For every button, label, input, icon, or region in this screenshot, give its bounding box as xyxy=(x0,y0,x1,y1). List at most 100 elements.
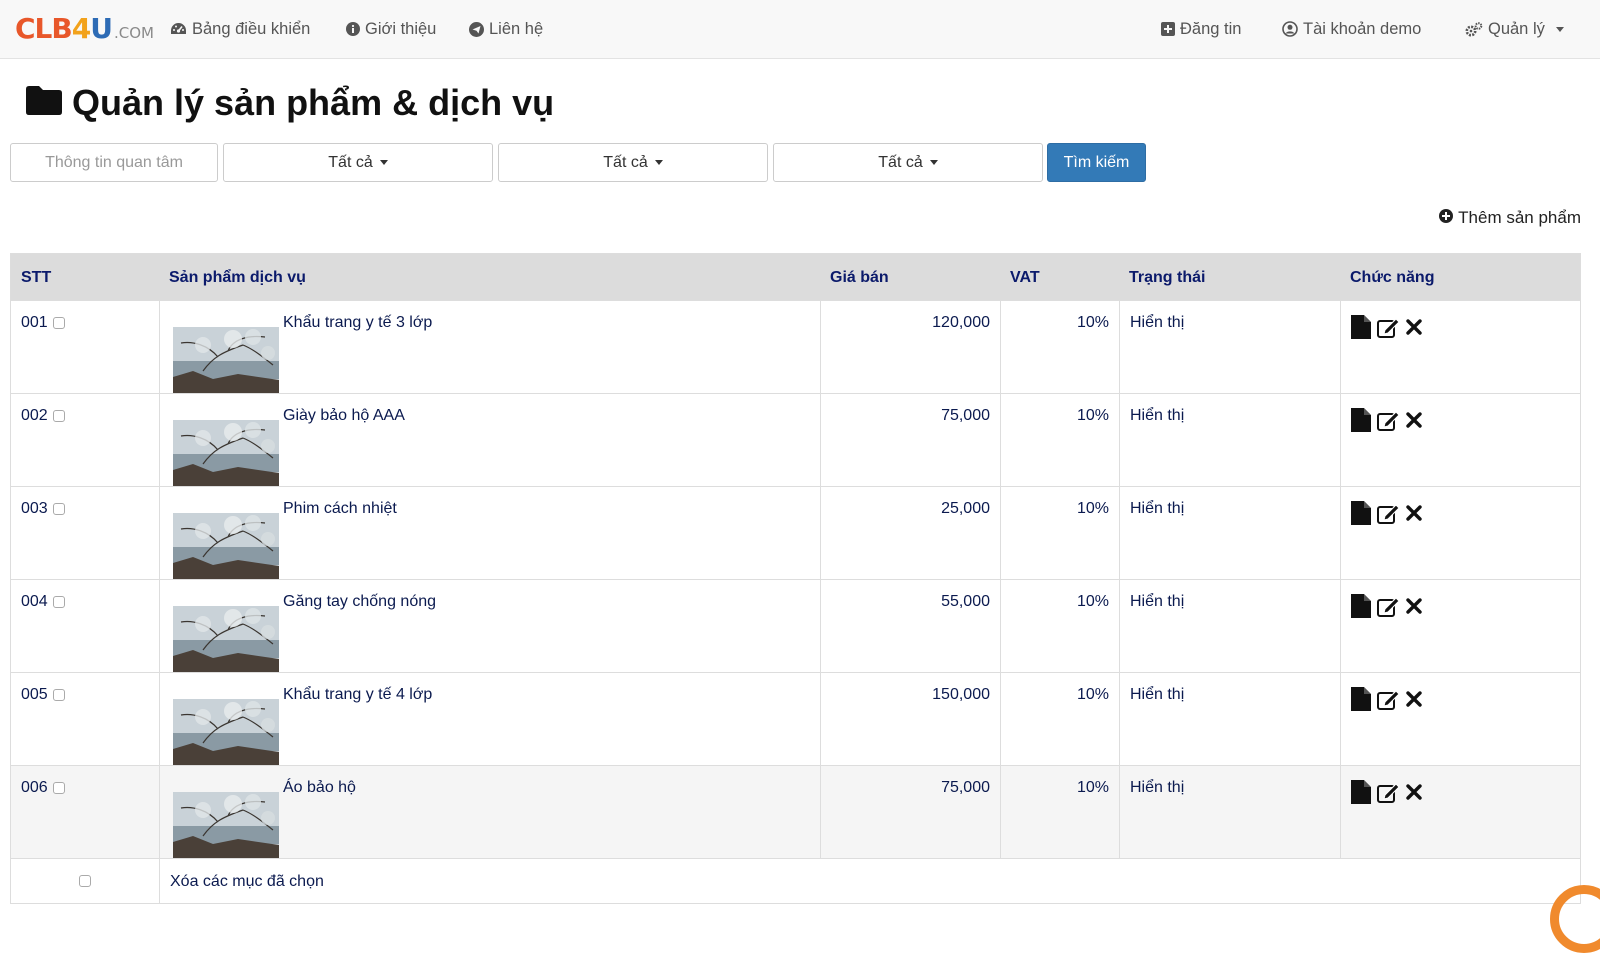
product-thumbnail[interactable] xyxy=(173,606,279,672)
file-icon[interactable] xyxy=(1351,780,1371,809)
row-stt: 006 xyxy=(21,779,48,796)
price-cell: 75,000 xyxy=(820,766,1000,858)
row-stt: 003 xyxy=(21,500,48,517)
column-header-product[interactable]: Sản phẩm dịch vụ xyxy=(159,254,820,300)
brand-logo-clb: CLB xyxy=(15,12,73,45)
search-input[interactable] xyxy=(11,143,217,182)
status-cell: Hiển thị xyxy=(1119,673,1340,765)
table-row: 004 Găng tay chống nóng 55,000 10% Hiển … xyxy=(11,579,1580,672)
nav-contact[interactable]: Liên hệ xyxy=(469,17,543,41)
price-cell: 120,000 xyxy=(820,301,1000,393)
column-header-stt[interactable]: STT xyxy=(11,254,159,300)
column-header-vat[interactable]: VAT xyxy=(1000,254,1119,300)
table-row: 002 Giày bảo hộ AAA 75,000 10% Hiển thị xyxy=(11,393,1580,486)
select-all-checkbox[interactable] xyxy=(79,875,91,887)
search-button[interactable]: Tìm kiếm xyxy=(1047,143,1146,182)
actions-cell xyxy=(1340,766,1580,858)
filter-select-3[interactable]: Tất cả xyxy=(773,143,1043,182)
file-icon[interactable] xyxy=(1351,315,1371,344)
actions-cell xyxy=(1340,394,1580,486)
column-header-price[interactable]: Giá bán xyxy=(820,254,1000,300)
table-row: 006 Áo bảo hộ 75,000 10% Hiển thị xyxy=(11,765,1580,858)
file-icon[interactable] xyxy=(1351,687,1371,716)
edit-icon[interactable] xyxy=(1377,503,1400,529)
product-cell: Giày bảo hộ AAA xyxy=(159,394,820,486)
file-icon[interactable] xyxy=(1351,594,1371,623)
nav-post-label: Đăng tin xyxy=(1180,19,1242,38)
user-circle-icon xyxy=(1282,21,1298,37)
top-navbar: CLB 4 U .COM Bảng điều khiển Giới thiệu Liê… xyxy=(0,0,1600,59)
file-icon[interactable] xyxy=(1351,501,1371,530)
close-icon[interactable] xyxy=(1406,319,1422,340)
product-thumbnail[interactable] xyxy=(173,327,279,393)
brand-logo-u: U xyxy=(90,12,113,45)
stt-cell: 005 xyxy=(11,673,159,765)
column-header-actions[interactable]: Chức năng xyxy=(1340,254,1580,300)
edit-icon[interactable] xyxy=(1377,782,1400,808)
stt-cell: 004 xyxy=(11,580,159,672)
row-checkbox[interactable] xyxy=(52,596,65,608)
edit-icon[interactable] xyxy=(1377,317,1400,343)
product-name-link[interactable]: Phim cách nhiệt xyxy=(283,500,397,518)
row-checkbox[interactable] xyxy=(52,503,65,515)
plus-circle-icon xyxy=(1439,208,1454,228)
row-checkbox[interactable] xyxy=(52,410,65,422)
price-cell: 55,000 xyxy=(820,580,1000,672)
product-thumbnail[interactable] xyxy=(173,792,279,858)
delete-selected-cell: Xóa các mục đã chọn xyxy=(159,859,1580,903)
close-icon[interactable] xyxy=(1406,598,1422,619)
table-row: 001 Khẩu trang y tế 3 lớp 120,000 10% Hi… xyxy=(11,300,1580,393)
product-thumbnail[interactable] xyxy=(173,420,279,486)
filter-select-2-value: Tất cả xyxy=(603,153,648,171)
close-icon[interactable] xyxy=(1406,784,1422,805)
product-thumbnail[interactable] xyxy=(173,699,279,765)
row-stt: 005 xyxy=(21,686,48,703)
row-checkbox[interactable] xyxy=(52,317,65,329)
product-cell: Găng tay chống nóng xyxy=(159,580,820,672)
product-name-link[interactable]: Khẩu trang y tế 3 lớp xyxy=(283,314,432,332)
product-name-link[interactable]: Áo bảo hộ xyxy=(283,779,356,797)
stt-cell: 001 xyxy=(11,301,159,393)
nav-account-label: Tài khoản demo xyxy=(1303,19,1422,38)
vat-cell: 10% xyxy=(1000,673,1119,765)
row-stt: 004 xyxy=(21,593,48,610)
vat-cell: 10% xyxy=(1000,301,1119,393)
filter-select-2[interactable]: Tất cả xyxy=(498,143,768,182)
status-cell: Hiển thị xyxy=(1119,580,1340,672)
column-header-status[interactable]: Trạng thái xyxy=(1119,254,1340,300)
edit-icon[interactable] xyxy=(1377,596,1400,622)
product-cell: Khẩu trang y tế 3 lớp xyxy=(159,301,820,393)
chevron-down-icon xyxy=(654,160,663,165)
product-name-link[interactable]: Giày bảo hộ AAA xyxy=(283,407,405,425)
actions-cell xyxy=(1340,673,1580,765)
product-name-link[interactable]: Khẩu trang y tế 4 lớp xyxy=(283,686,432,704)
row-checkbox[interactable] xyxy=(52,689,65,701)
nav-dashboard[interactable]: Bảng điều khiển xyxy=(170,17,310,41)
delete-selected-link[interactable]: Xóa các mục đã chọn xyxy=(170,873,324,890)
brand-logo-com: .COM xyxy=(113,24,154,42)
row-checkbox[interactable] xyxy=(52,782,65,794)
stt-cell: 006 xyxy=(11,766,159,858)
nav-about[interactable]: Giới thiệu xyxy=(346,17,436,41)
chevron-down-icon xyxy=(929,160,938,165)
edit-icon[interactable] xyxy=(1377,410,1400,436)
status-cell: Hiển thị xyxy=(1119,766,1340,858)
brand-logo-four: 4 xyxy=(71,12,92,45)
close-icon[interactable] xyxy=(1406,412,1422,433)
add-product-label: Thêm sản phẩm xyxy=(1458,208,1581,227)
nav-manage-dropdown[interactable]: Quản lý xyxy=(1465,17,1564,41)
filter-select-1[interactable]: Tất cả xyxy=(223,143,493,182)
file-icon[interactable] xyxy=(1351,408,1371,437)
close-icon[interactable] xyxy=(1406,691,1422,712)
product-thumbnail[interactable] xyxy=(173,513,279,579)
brand-logo[interactable]: CLB 4 U .COM xyxy=(15,12,154,45)
nav-account[interactable]: Tài khoản demo xyxy=(1282,17,1421,41)
nav-post[interactable]: Đăng tin xyxy=(1161,17,1241,41)
product-name-link[interactable]: Găng tay chống nóng xyxy=(283,593,436,611)
add-product-link[interactable]: Thêm sản phẩm xyxy=(1439,207,1581,229)
page-title: Quản lý sản phẩm & dịch vụ xyxy=(26,78,554,128)
search-field xyxy=(10,143,218,182)
stt-cell: 003 xyxy=(11,487,159,579)
close-icon[interactable] xyxy=(1406,505,1422,526)
edit-icon[interactable] xyxy=(1377,689,1400,715)
